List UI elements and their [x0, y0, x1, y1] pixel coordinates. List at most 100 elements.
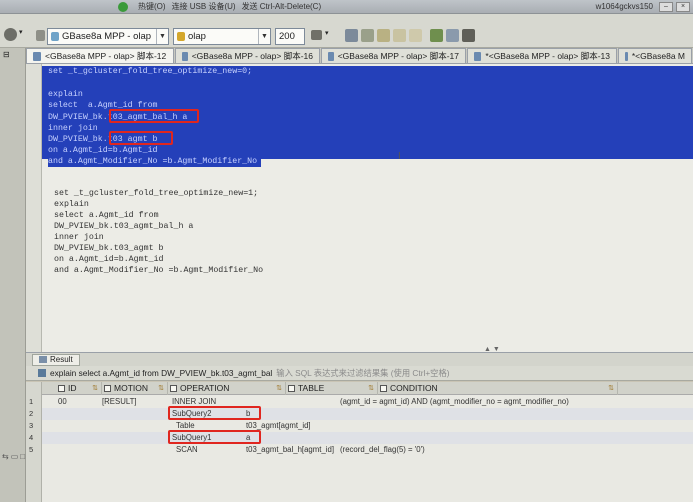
grid-icon [39, 356, 47, 363]
tab-result[interactable]: Result [32, 353, 80, 366]
tab-script-13[interactable]: *<GBase8a MPP - olap> 脚本-13 [467, 48, 617, 63]
editor-gutter [26, 64, 42, 352]
tab-script-12[interactable]: <GBase8a MPP - olap> 脚本-12 [26, 48, 174, 63]
query-filter-bar: explain select a.Agmt_id from DW_PVIEW_b… [26, 366, 693, 381]
settings-gear-icon[interactable] [4, 28, 17, 41]
connection-icon[interactable] [36, 30, 45, 41]
export-icon[interactable] [446, 29, 459, 42]
cell-condition: (agmt_id = agmt_id) AND (agmt_modifier_n… [340, 397, 569, 406]
code-line: select a.Agmt_id from [54, 211, 159, 220]
checkbox-icon[interactable] [288, 385, 295, 392]
vm-menu-ctrl-alt-del[interactable]: 发送 Ctrl-Alt-Delete(C) [242, 1, 322, 12]
column-header-label: ID [68, 383, 77, 393]
script-icon [33, 51, 41, 61]
table-row[interactable]: 00 [RESULT] INNER JOIN (agmt_id = agmt_i… [42, 396, 693, 408]
table-row[interactable]: SubQuery1 a [42, 432, 693, 444]
result-limit-field[interactable]: 200 [275, 28, 305, 45]
row-number: 1 [29, 397, 34, 406]
sort-icon[interactable]: ⇅ [608, 382, 614, 395]
collapse-icon[interactable]: ⊟ [3, 50, 11, 60]
highlight-box-subquery1 [168, 430, 261, 444]
filter-input[interactable]: 输入 SQL 表达式来过滤结果集 (使用 Ctrl+空格) [276, 367, 449, 379]
chevron-down-icon[interactable]: ▼ [156, 29, 168, 44]
query-icon [38, 369, 46, 377]
cell-motion: [RESULT] [102, 397, 137, 406]
dropdown-arrow-icon[interactable]: ▾ [19, 28, 23, 36]
connection-selector[interactable]: GBase8a MPP - olap ▼ [47, 28, 169, 45]
column-header-label: OPERATION [180, 383, 230, 393]
format-icon[interactable] [377, 29, 390, 42]
script-icon [182, 51, 188, 61]
transaction-mode-icon[interactable] [311, 30, 322, 40]
minimize-icon[interactable]: – [659, 1, 673, 12]
database-label: olap [188, 31, 206, 42]
tab-label: <GBase8a MPP - olap> 脚本-17 [337, 51, 459, 61]
undo-icon[interactable] [393, 29, 406, 42]
script-icon [328, 51, 334, 61]
column-header-label: CONDITION [390, 383, 438, 393]
database-selector[interactable]: olap ▼ [173, 28, 271, 45]
script-icon [474, 51, 482, 61]
vm-menu-hotkey[interactable]: 热键(O) [138, 1, 166, 12]
script-icon [625, 51, 628, 61]
chevron-down-icon[interactable]: ▼ [258, 29, 270, 44]
code-line: set _t_gcluster_fold_tree_optimize_new=0… [48, 67, 253, 76]
left-panel-controls: ⇆ ▭ □ [0, 452, 26, 464]
code-line: and a.Agmt_Modifier_No =b.Agmt_Modifier_… [54, 266, 264, 275]
code-line: on a.Agmt_id=b.Agmt_id [54, 255, 164, 264]
redo-icon[interactable] [409, 29, 422, 42]
column-header-operation[interactable]: OPERATION ⇅ [168, 382, 286, 395]
sort-icon[interactable]: ⇅ [276, 382, 282, 395]
result-tab-label: Result [50, 355, 73, 364]
table-row[interactable]: SubQuery2 b [42, 408, 693, 420]
tab-label: *<GBase8a M [631, 51, 685, 61]
row-number: 2 [29, 409, 34, 418]
tab-script-truncated[interactable]: *<GBase8a M [618, 48, 692, 63]
column-header-id[interactable]: ID ⇅ [56, 382, 102, 395]
cell-id: 00 [58, 397, 67, 406]
panel-toggle-icon[interactable] [462, 29, 475, 42]
checkbox-icon[interactable] [58, 385, 65, 392]
cell-condition: (record_del_flag(5) = '0') [340, 445, 425, 454]
column-header-condition[interactable]: CONDITION ⇅ [378, 382, 618, 395]
rollback-icon[interactable] [361, 29, 374, 42]
code-line: explain [48, 90, 83, 99]
executed-query: explain select a.Agmt_id from DW_PVIEW_b… [50, 368, 273, 378]
table-row[interactable]: SCAN t03_agmt_bal_h[agmt_id] (record_del… [42, 444, 693, 456]
highlight-box-subquery2 [168, 406, 261, 420]
highlight-box-agmt-table [109, 131, 173, 145]
code-line: DW_PVIEW_bk.t03_agmt_bal_h a [54, 222, 194, 231]
code-line: set _t_gcluster_fold_tree_optimize_new=1… [54, 189, 259, 198]
code-line: and a.Agmt_Modifier_No =b.Agmt_Modifier_… [48, 157, 262, 167]
row-number: 3 [29, 421, 34, 430]
sort-icon[interactable]: ⇅ [158, 382, 164, 395]
column-header-table[interactable]: TABLE ⇅ [286, 382, 378, 395]
code-line: inner join [48, 124, 98, 133]
checkbox-icon[interactable] [170, 385, 177, 392]
left-panel: ⊟ [0, 48, 26, 502]
text-cursor-icon: I [398, 151, 401, 162]
sort-icon[interactable]: ⇅ [92, 382, 98, 395]
maximize-panel-icon[interactable]: □ [20, 452, 25, 464]
explain-icon[interactable] [430, 29, 443, 42]
cell-table: t03_agmt_bal_h[agmt_id] [246, 445, 334, 454]
vm-menu-usb[interactable]: 连接 USB 设备(U) [172, 1, 236, 12]
column-header-label: TABLE [298, 383, 325, 393]
database-icon [51, 32, 59, 41]
checkbox-icon[interactable] [104, 385, 111, 392]
sort-icon[interactable]: ⇅ [368, 382, 374, 395]
minimize-panel-icon[interactable]: ▭ [11, 452, 19, 464]
vm-title-bar: 热键(O) 连接 USB 设备(U) 发送 Ctrl-Alt-Delete(C)… [0, 0, 693, 14]
editor-tab-strip: <GBase8a MPP - olap> 脚本-12 <GBase8a MPP … [26, 48, 693, 64]
power-icon[interactable] [118, 1, 128, 12]
table-row[interactable]: Table t03_agmt[agmt_id] [42, 420, 693, 432]
link-icon[interactable]: ⇆ [2, 452, 9, 464]
commit-icon[interactable] [345, 29, 358, 42]
close-icon[interactable]: × [676, 1, 690, 12]
dropdown-arrow-icon[interactable]: ▾ [325, 29, 329, 37]
tab-script-17[interactable]: <GBase8a MPP - olap> 脚本-17 [321, 48, 466, 63]
column-header-motion[interactable]: MOTION ⇅ [102, 382, 168, 395]
tab-script-16[interactable]: <GBase8a MPP - olap> 脚本-16 [175, 48, 320, 63]
limit-value: 200 [279, 31, 295, 42]
checkbox-icon[interactable] [380, 385, 387, 392]
